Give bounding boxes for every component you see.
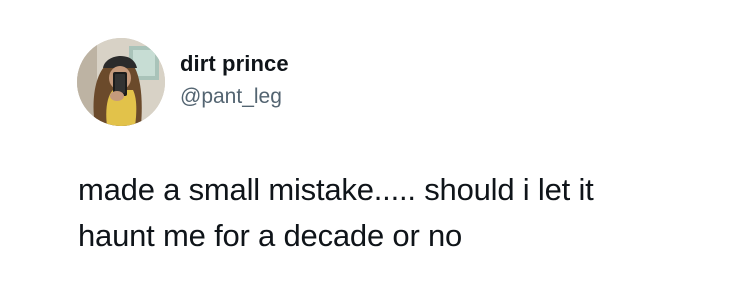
tweet-text: made a small mistake..... should i let i… (78, 172, 594, 253)
profile-photo-icon (77, 38, 165, 126)
user-handle[interactable]: @pant_leg (180, 84, 282, 109)
avatar[interactable] (77, 38, 165, 126)
tweet-card: dirt prince @pant_leg made a small mista… (0, 0, 750, 302)
display-name[interactable]: dirt prince (180, 51, 289, 77)
